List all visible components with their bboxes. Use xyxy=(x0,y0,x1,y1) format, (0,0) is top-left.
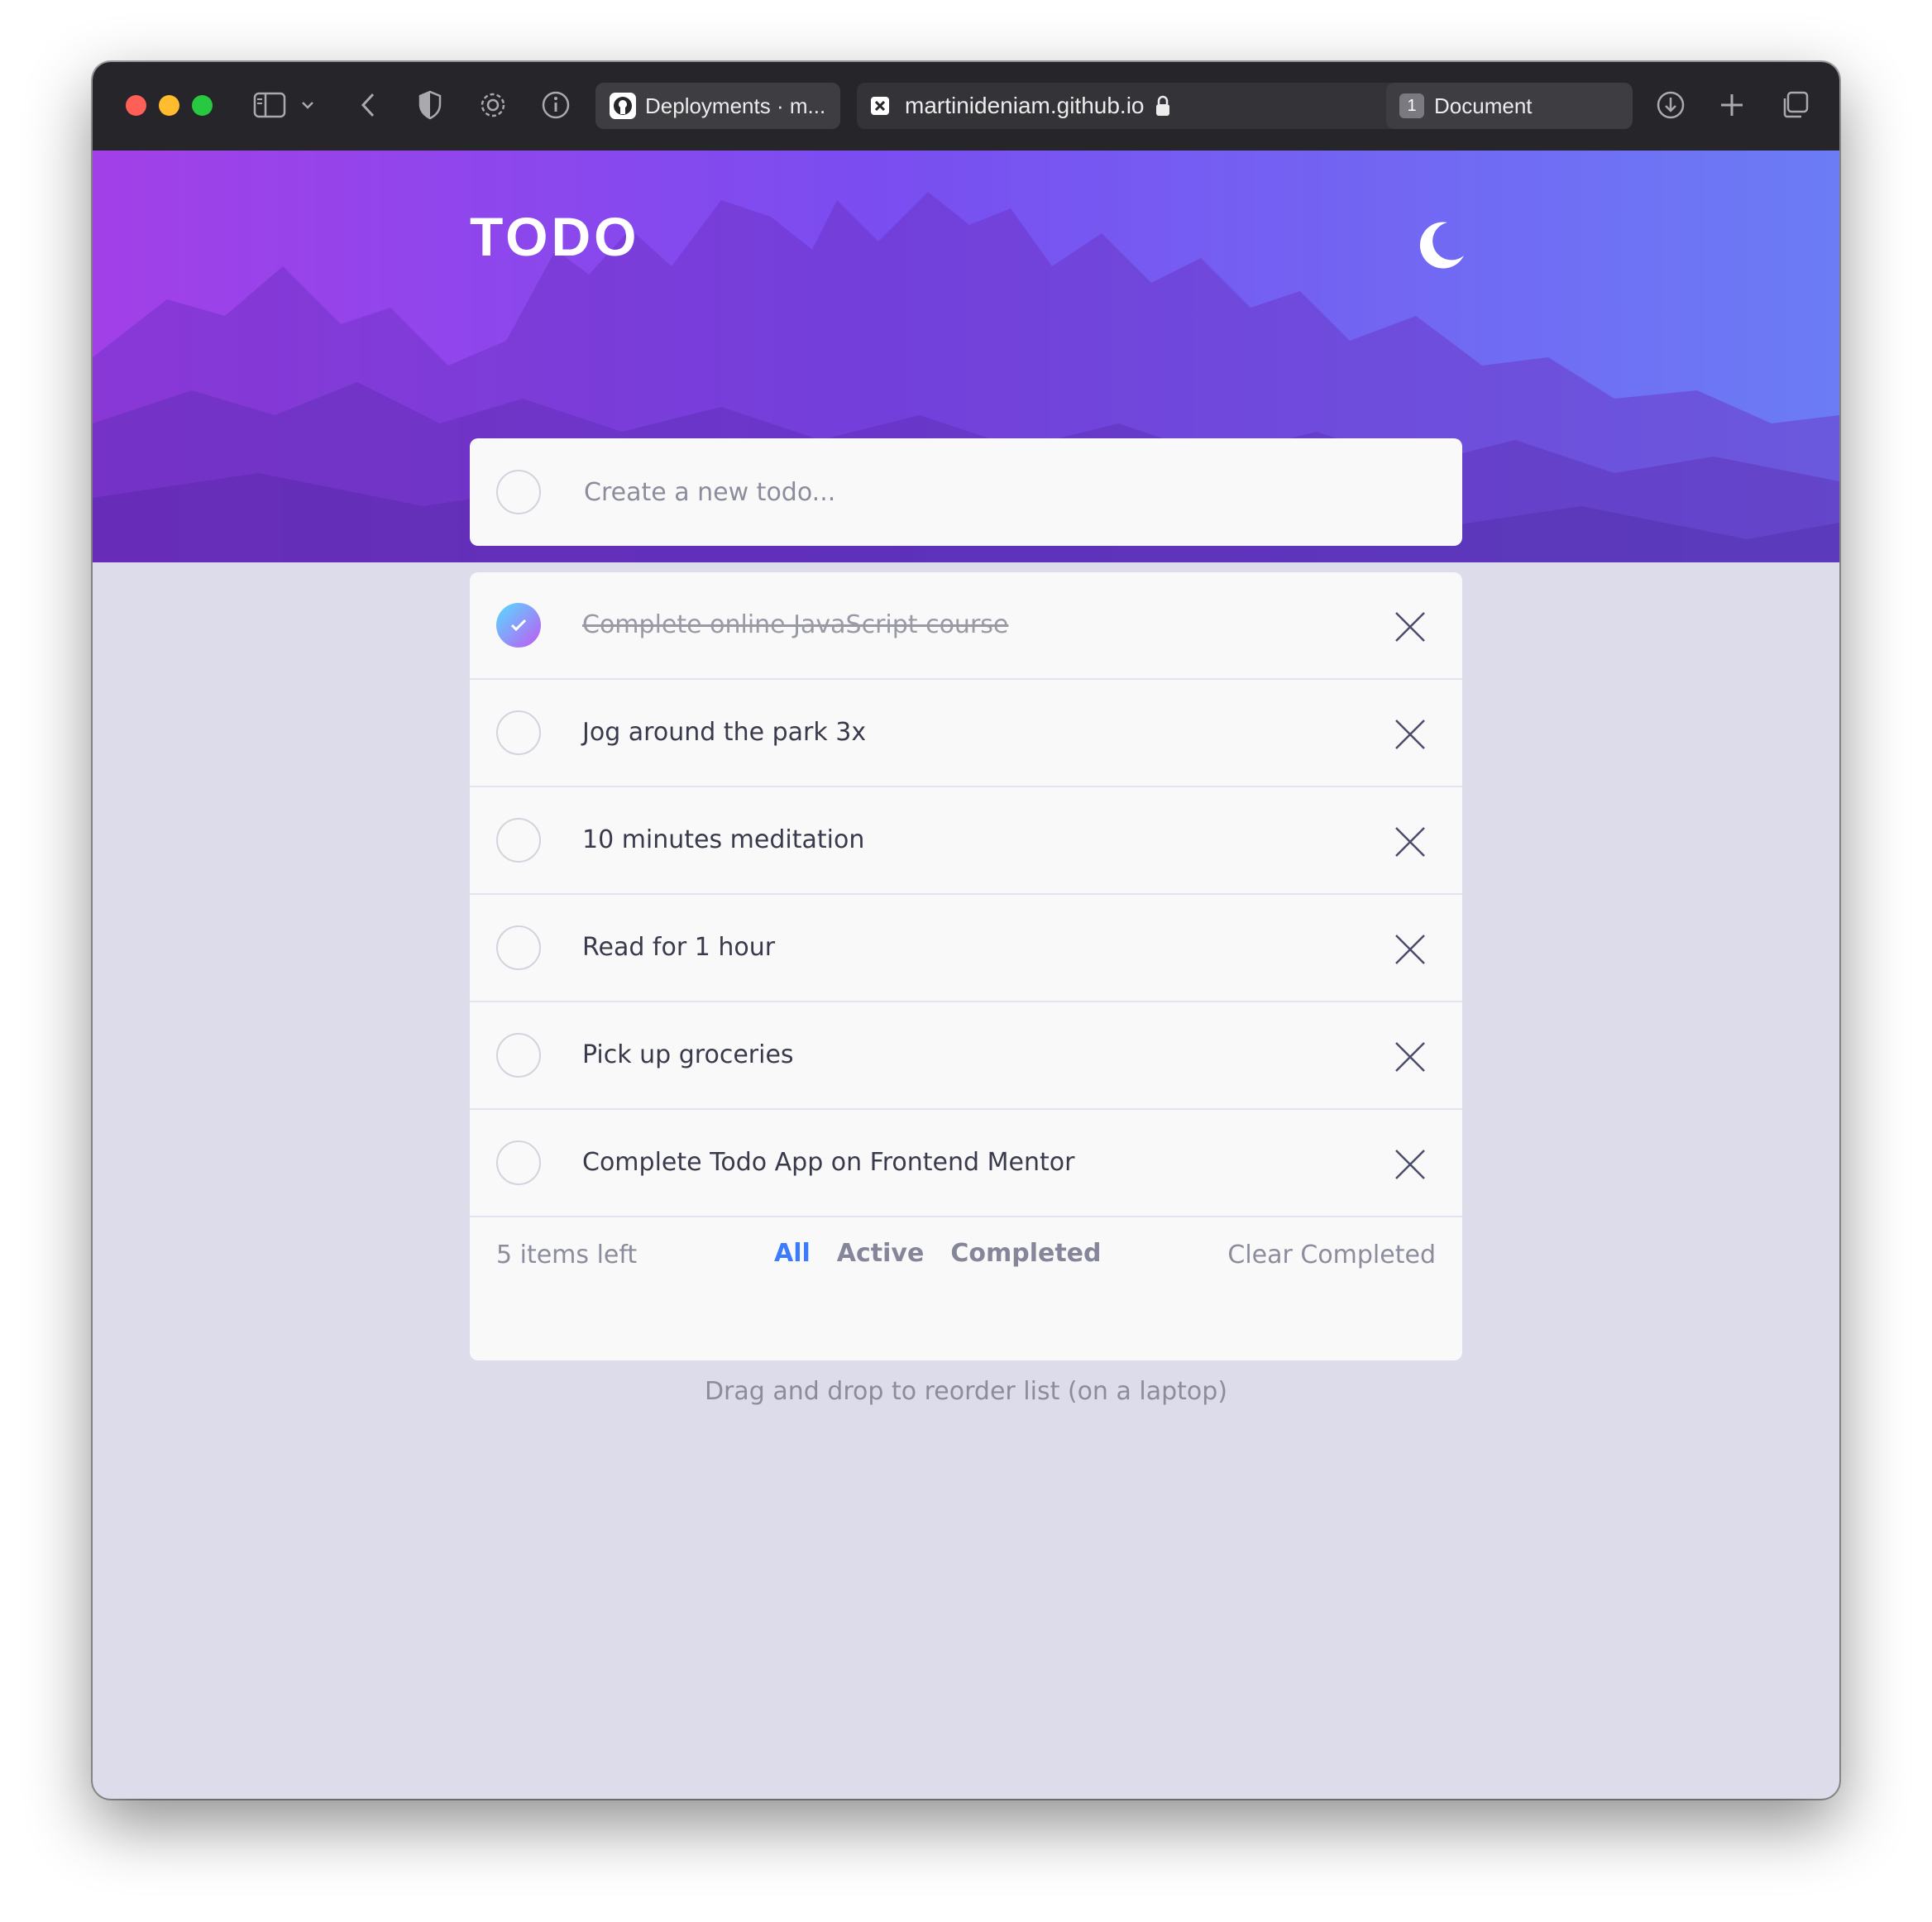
delete-todo-icon[interactable] xyxy=(1394,825,1427,858)
new-todo-card xyxy=(470,438,1462,546)
todo-item[interactable]: 10 minutes meditation xyxy=(470,787,1462,895)
delete-todo-icon[interactable] xyxy=(1394,1040,1427,1073)
filter-completed[interactable]: Completed xyxy=(950,1239,1101,1268)
new-tab-icon[interactable] xyxy=(1715,84,1748,126)
filter-active[interactable]: Active xyxy=(837,1239,925,1268)
todo-list: Complete online JavaScript course Jog ar… xyxy=(470,572,1462,1360)
todo-item[interactable]: Jog around the park 3x xyxy=(470,680,1462,787)
new-todo-check-circle[interactable] xyxy=(496,470,541,514)
todo-check-circle[interactable] xyxy=(496,1033,541,1078)
info-icon[interactable] xyxy=(539,84,572,126)
todo-text: Complete Todo App on Frontend Mentor xyxy=(582,1148,1075,1177)
delete-todo-icon[interactable] xyxy=(1394,610,1427,643)
lock-icon xyxy=(1155,94,1171,117)
todo-item[interactable]: Complete online JavaScript course xyxy=(470,572,1462,680)
gear-icon[interactable] xyxy=(476,84,509,126)
shield-icon[interactable] xyxy=(415,84,445,126)
drag-hint-text: Drag and drop to reorder list (on a lapt… xyxy=(704,1377,1228,1406)
filter-all[interactable]: All xyxy=(774,1239,811,1268)
checkmark-icon xyxy=(509,618,528,633)
items-left-count: 5 items left xyxy=(496,1241,638,1269)
tab-badge: 1 xyxy=(1399,93,1424,118)
todo-check-circle[interactable] xyxy=(496,1140,541,1185)
todo-item[interactable]: Read for 1 hour xyxy=(470,895,1462,1002)
site-favicon-icon xyxy=(870,96,890,116)
tab-overview-icon[interactable] xyxy=(1778,84,1811,126)
sidebar-toggle-icon[interactable] xyxy=(251,84,288,126)
chevron-down-icon[interactable] xyxy=(298,84,318,126)
todo-text: Pick up groceries xyxy=(582,1040,794,1069)
tab-document[interactable]: 1 Document xyxy=(1386,83,1633,129)
tab-deployments[interactable]: Deployments · m... xyxy=(595,83,840,129)
browser-toolbar: Deployments · m... martinideniam.github.… xyxy=(93,62,1839,152)
url-text: martinideniam.github.io xyxy=(905,93,1145,118)
delete-todo-icon[interactable] xyxy=(1394,933,1427,966)
app-title: TODO xyxy=(470,206,640,267)
filter-group: All Active Completed xyxy=(774,1239,1101,1268)
tab-label: Document xyxy=(1434,93,1533,118)
back-arrow-icon[interactable] xyxy=(356,84,380,126)
todo-check-circle[interactable] xyxy=(496,818,541,863)
minimize-window-button[interactable] xyxy=(159,95,179,116)
todo-text: Jog around the park 3x xyxy=(582,718,867,747)
clear-completed-button[interactable]: Clear Completed xyxy=(1227,1241,1436,1269)
delete-todo-icon[interactable] xyxy=(1394,718,1427,751)
todo-check-circle[interactable] xyxy=(496,710,541,755)
download-icon[interactable] xyxy=(1654,84,1687,126)
delete-todo-icon[interactable] xyxy=(1394,1148,1427,1181)
tab-label: Deployments · m... xyxy=(645,93,826,118)
todo-text: Complete online JavaScript course xyxy=(582,610,1009,639)
list-footer: 5 items left All Active Completed Clear … xyxy=(470,1217,1462,1300)
new-todo-input[interactable] xyxy=(582,466,1330,518)
todo-text: Read for 1 hour xyxy=(582,933,776,962)
todo-text: 10 minutes meditation xyxy=(582,825,865,854)
zoom-window-button[interactable] xyxy=(192,95,213,116)
todo-check-circle[interactable] xyxy=(496,925,541,970)
moon-icon[interactable] xyxy=(1416,219,1467,270)
tab-address-bar[interactable]: martinideniam.github.io xyxy=(857,83,1459,129)
todo-item[interactable]: Complete Todo App on Frontend Mentor xyxy=(470,1110,1462,1217)
todo-check-circle[interactable] xyxy=(496,603,541,648)
browser-window: Deployments · m... martinideniam.github.… xyxy=(93,62,1839,1799)
todo-item[interactable]: Pick up groceries xyxy=(470,1002,1462,1110)
github-icon xyxy=(609,92,637,120)
close-window-button[interactable] xyxy=(126,95,146,116)
